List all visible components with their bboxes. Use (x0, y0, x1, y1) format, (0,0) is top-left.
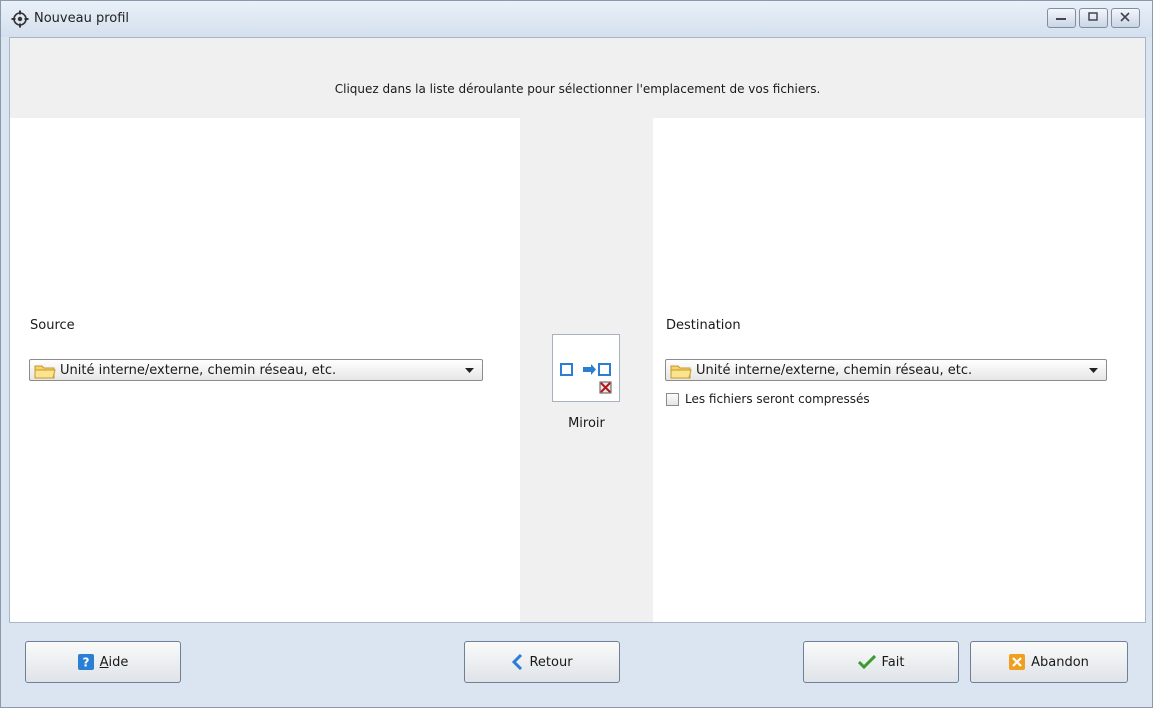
help-label: Aide (99, 654, 129, 670)
back-label: Retour (529, 654, 573, 670)
window-title: Nouveau profil (34, 11, 130, 26)
chevron-down-icon (465, 368, 474, 373)
folder-icon (670, 365, 692, 379)
destination-label: Destination (666, 318, 741, 333)
close-button[interactable] (1111, 8, 1140, 28)
cancel-label: Abandon (1031, 654, 1089, 670)
done-label: Fait (881, 654, 905, 670)
maximize-icon (1088, 12, 1098, 21)
mirror-sync-icon (560, 363, 612, 394)
help-icon: ? (77, 654, 94, 670)
done-button[interactable]: Fait (803, 641, 959, 683)
mirror-mode-button[interactable] (552, 334, 620, 402)
minimize-button[interactable] (1047, 8, 1076, 28)
title-bar[interactable]: Nouveau profil (1, 1, 1152, 37)
app-gear-icon (11, 10, 29, 28)
svg-text:?: ? (82, 656, 89, 670)
destination-location-combo[interactable]: Unité interne/externe, chemin réseau, et… (665, 359, 1107, 381)
close-icon (1120, 12, 1130, 22)
content-area: Cliquez dans la liste déroulante pour sé… (9, 37, 1146, 623)
minimize-icon (1056, 18, 1066, 20)
button-bar: ? Aide Retour Fait Abandon (1, 623, 1152, 707)
compress-files-label[interactable]: Les fichiers seront compressés (685, 392, 870, 406)
chevron-down-icon (1089, 368, 1098, 373)
source-label: Source (30, 318, 75, 333)
checkmark-icon (857, 655, 876, 669)
source-combo-value: Unité interne/externe, chemin réseau, et… (60, 363, 337, 378)
instruction-banner: Cliquez dans la liste déroulante pour sé… (10, 38, 1145, 118)
folder-icon (34, 365, 56, 379)
compress-files-checkbox[interactable] (666, 393, 679, 406)
maximize-button[interactable] (1079, 8, 1108, 28)
help-button[interactable]: ? Aide (25, 641, 181, 683)
mirror-mode-label: Miroir (568, 416, 605, 431)
cancel-button[interactable]: Abandon (970, 641, 1128, 683)
sync-mode-panel: Miroir (520, 118, 653, 622)
destination-combo-value: Unité interne/externe, chemin réseau, et… (696, 363, 973, 378)
source-location-combo[interactable]: Unité interne/externe, chemin réseau, et… (29, 359, 483, 381)
cancel-x-icon (1009, 654, 1026, 670)
back-button[interactable]: Retour (464, 641, 620, 683)
chevron-left-icon (512, 654, 523, 670)
window-controls (1047, 8, 1140, 28)
profile-window: Nouveau profil Cliquez dans la liste dér… (0, 0, 1153, 708)
instruction-text: Cliquez dans la liste déroulante pour sé… (334, 82, 821, 96)
